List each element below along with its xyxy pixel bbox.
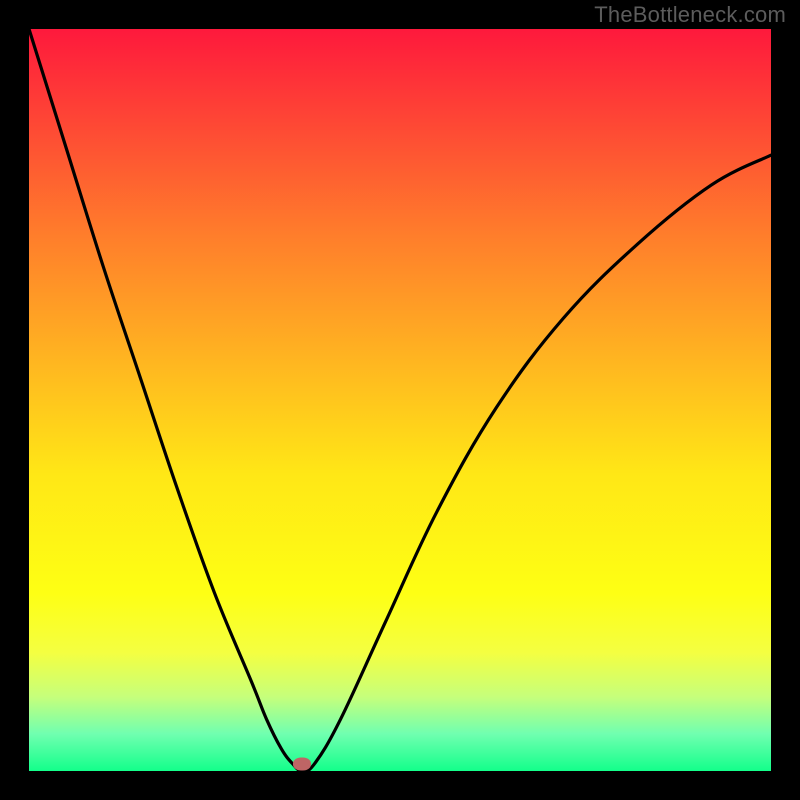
- minimum-marker: [293, 758, 311, 771]
- chart-frame: TheBottleneck.com: [0, 0, 800, 800]
- bottleneck-curve: [29, 29, 771, 771]
- watermark-text: TheBottleneck.com: [594, 2, 786, 28]
- plot-area: [29, 29, 771, 771]
